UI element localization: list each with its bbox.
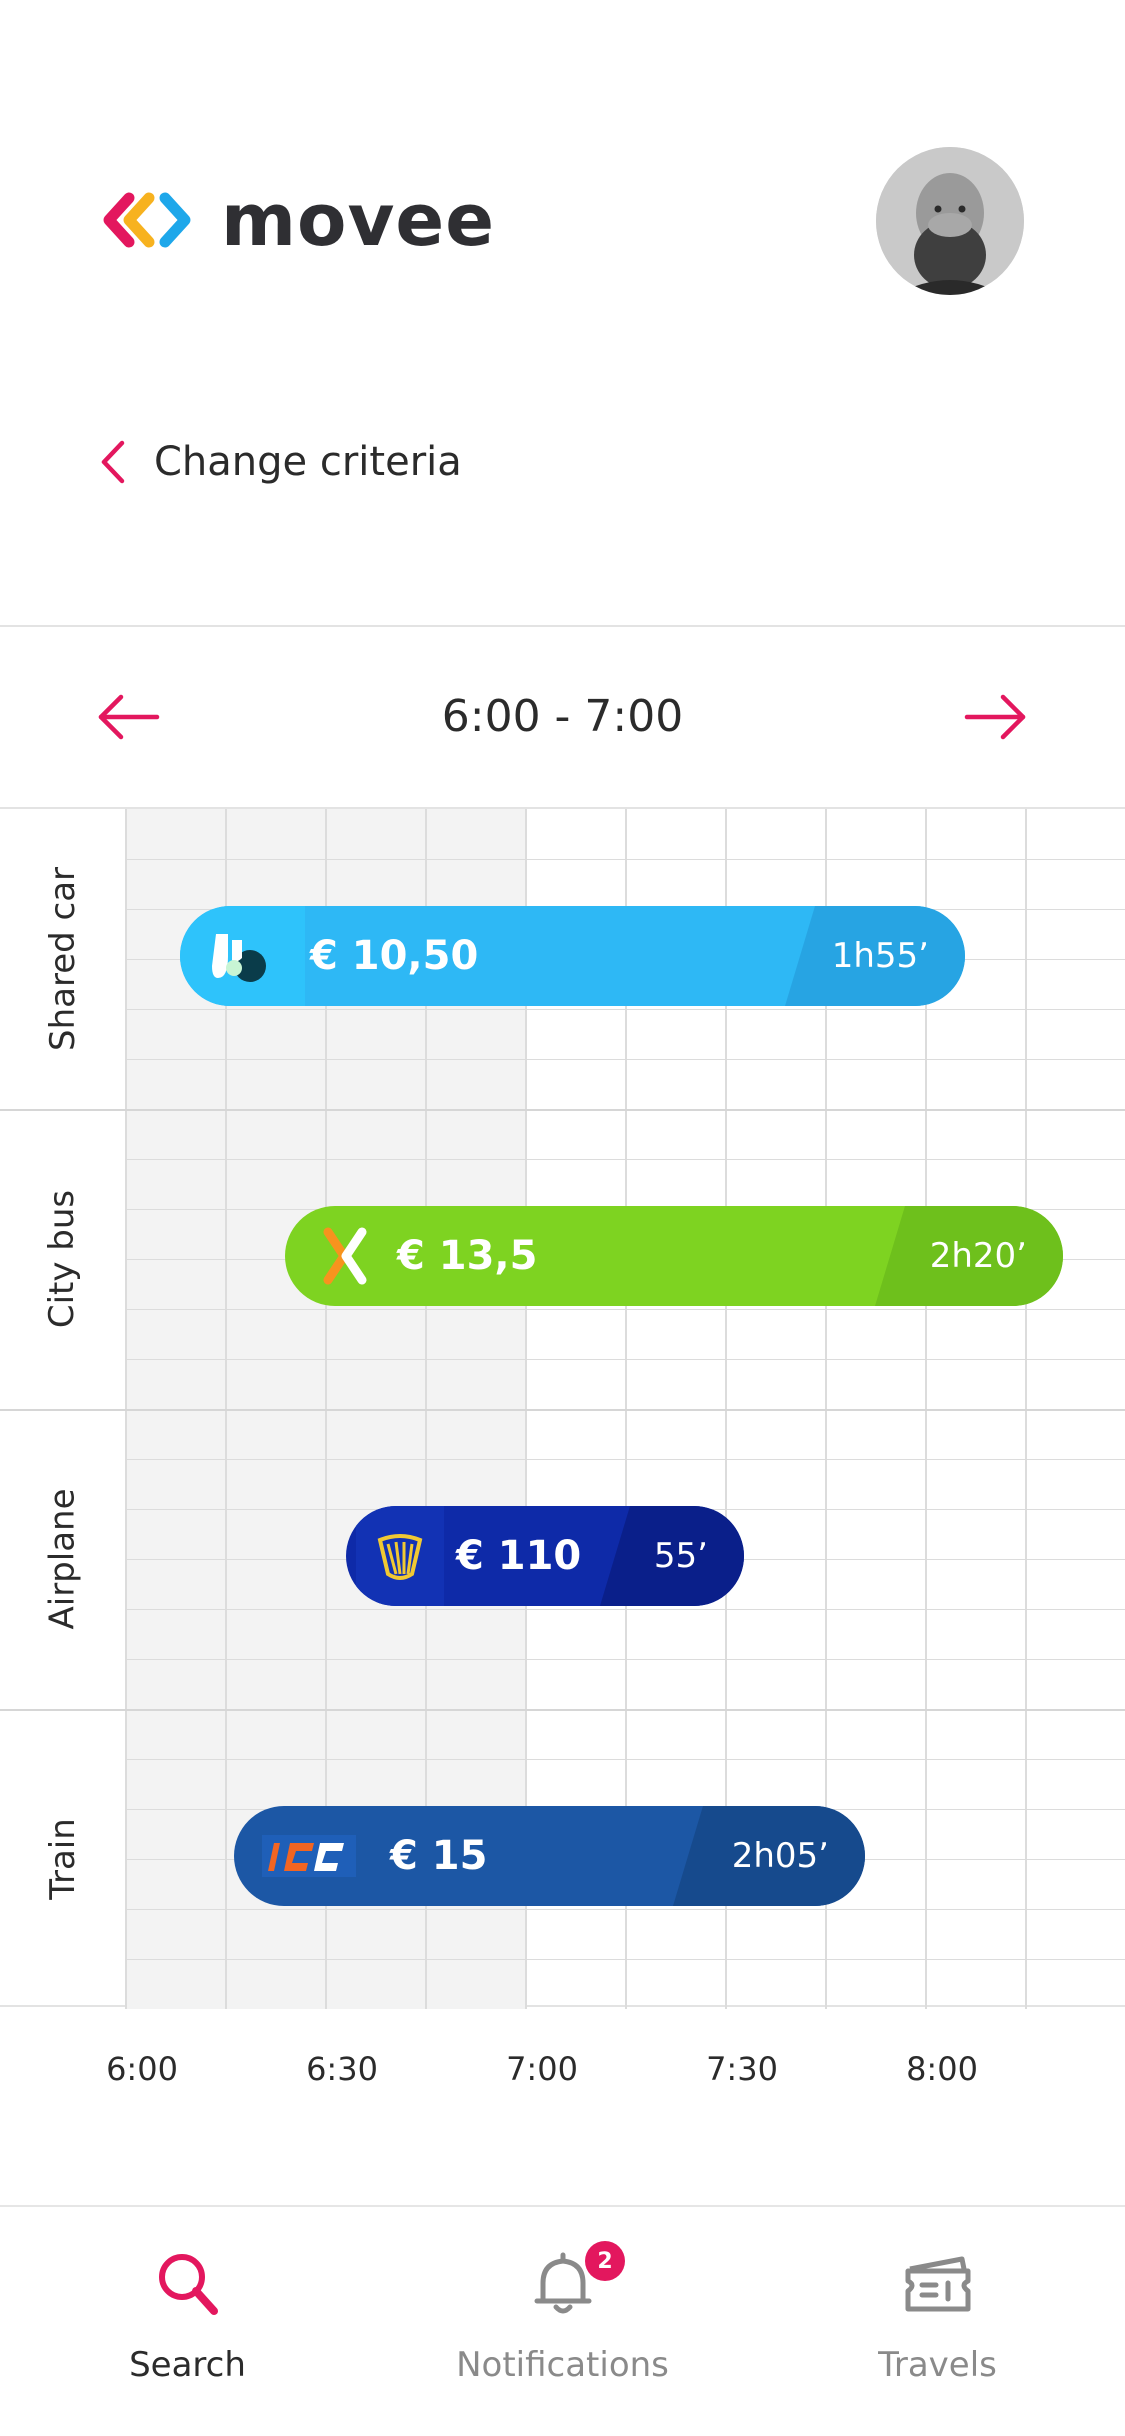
grid-line — [125, 1459, 1125, 1460]
price-label: € 15 — [390, 1833, 488, 1879]
trip-bar-train[interactable]: € 15 2h05’ — [234, 1806, 865, 1906]
row-label-text: City bus — [42, 1189, 83, 1329]
change-criteria-label: Change criteria — [154, 439, 462, 485]
row-divider — [0, 1109, 1125, 1111]
axis-tick-label: 8:00 — [906, 2050, 978, 2088]
grid-line — [125, 1359, 1125, 1360]
nav-travels[interactable]: Travels — [750, 2245, 1125, 2385]
timeline-grid: Shared car City bus Airplane Train € 10,… — [0, 807, 1125, 2009]
trip-bar-city-bus[interactable]: € 13,5 2h20’ — [285, 1206, 1063, 1306]
price-label: € 10,50 — [310, 933, 479, 979]
intercity-logo-icon — [262, 1806, 356, 1906]
grid-line — [125, 1959, 1125, 1960]
row-label-city-bus: City bus — [0, 1109, 125, 1409]
movee-logo-icon — [103, 192, 191, 248]
nav-label: Travels — [878, 2345, 997, 2385]
grid-line — [125, 859, 1125, 860]
grid-line — [125, 1759, 1125, 1760]
arrow-right-icon[interactable] — [963, 687, 1027, 747]
trip-bar-shared-car[interactable]: € 10,50 1h55’ — [180, 906, 965, 1006]
avatar[interactable] — [876, 147, 1024, 295]
nav-notifications[interactable]: 2 Notifications — [375, 2241, 750, 2385]
nav-label: Search — [129, 2345, 246, 2385]
price-label: € 110 — [456, 1533, 582, 1579]
price-label: € 13,5 — [397, 1233, 538, 1279]
grid-line — [125, 1609, 1125, 1610]
duration-label: 55’ — [653, 1536, 708, 1576]
ryanair-logo-icon — [356, 1506, 444, 1606]
app-logo: movee — [99, 178, 496, 262]
axis-tick-label: 7:30 — [706, 2050, 778, 2088]
grid-line — [125, 1009, 1125, 1010]
row-label-train: Train — [0, 1709, 125, 2009]
search-icon — [158, 2254, 218, 2315]
bottom-nav-divider — [0, 2205, 1125, 2207]
axis-tick-label: 6:30 — [306, 2050, 378, 2088]
row-label-text: Airplane — [42, 1488, 83, 1630]
time-range-nav: 6:00 - 7:00 — [0, 627, 1125, 807]
user-photo — [876, 147, 1024, 295]
row-divider — [0, 1709, 1125, 1711]
grid-line — [125, 1059, 1125, 1060]
ticket-icon — [905, 2256, 970, 2312]
blablacar-logo-icon — [180, 906, 305, 1006]
grid-line — [125, 1159, 1125, 1160]
change-criteria-link[interactable]: Change criteria — [96, 432, 462, 492]
notification-badge: 2 — [585, 2241, 625, 2281]
grid-line — [125, 1659, 1125, 1660]
row-label-text: Train — [42, 1818, 83, 1900]
chevron-left-icon — [101, 440, 125, 484]
logo-text: movee — [221, 178, 496, 262]
row-label-text: Shared car — [42, 866, 83, 1052]
nav-label: Notifications — [456, 2345, 669, 2385]
flixbus-logo-icon — [305, 1206, 385, 1306]
time-range-label: 6:00 - 7:00 — [441, 691, 684, 742]
duration-label: 1h55’ — [831, 936, 929, 976]
duration-label: 2h20’ — [929, 1236, 1027, 1276]
axis-tick-label: 7:00 — [506, 2050, 578, 2088]
grid-line — [125, 1909, 1125, 1910]
nav-search[interactable]: Search — [0, 2245, 375, 2385]
grid-line — [125, 1309, 1125, 1310]
axis-tick-label: 6:00 — [106, 2050, 178, 2088]
row-label-airplane: Airplane — [0, 1409, 125, 1709]
row-divider — [0, 1409, 1125, 1411]
row-label-shared-car: Shared car — [0, 809, 125, 1109]
trip-bar-airplane[interactable]: € 110 55’ — [346, 1506, 744, 1606]
duration-label: 2h05’ — [731, 1836, 829, 1876]
